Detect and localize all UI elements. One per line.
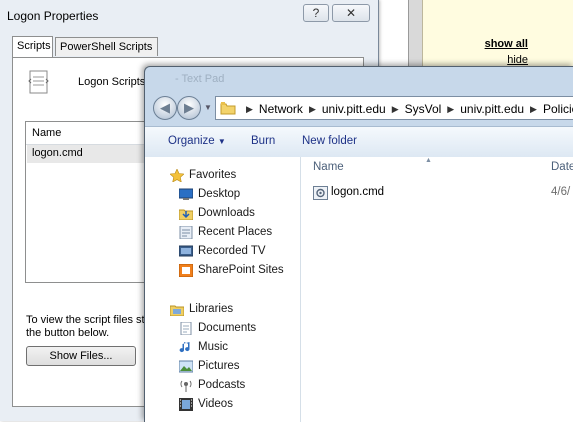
show-all-link[interactable]: show all [485, 38, 528, 50]
help-icon: ? [312, 6, 320, 20]
nav-music-label: Music [198, 341, 229, 353]
star-icon [170, 169, 184, 182]
background-info-panel: show all hide [422, 0, 573, 75]
nav-libraries-label: Libraries [189, 303, 234, 315]
recorded-tv-icon [179, 245, 193, 257]
cmd-file-icon [313, 186, 328, 200]
nav-videos-label: Videos [198, 398, 233, 410]
hide-link[interactable]: hide [507, 54, 528, 66]
column-header-date[interactable]: Date [551, 161, 573, 173]
nav-music[interactable]: Music [179, 341, 229, 353]
recent-pages-dropdown[interactable]: ▼ [204, 103, 212, 112]
command-bar: Organize ▼ Burn New folder [145, 126, 573, 158]
organize-label: Organize [168, 135, 215, 147]
nav-downloads[interactable]: Downloads [179, 207, 255, 220]
file-list: ▲ Name Date logon.cmd 4/6/ [301, 157, 573, 422]
nav-desktop[interactable]: Desktop [179, 188, 241, 200]
sharepoint-icon [179, 264, 193, 277]
chevron-down-icon: ▼ [204, 103, 212, 112]
window-title: - Text Pad [175, 73, 225, 85]
nav-favorites[interactable]: Favorites [170, 169, 237, 182]
breadcrumb-domain-2[interactable]: univ.pitt.edu [460, 102, 524, 116]
recent-places-icon [179, 226, 193, 239]
back-arrow-icon: ◀ [160, 100, 170, 115]
nav-favorites-label: Favorites [189, 169, 237, 181]
back-button[interactable]: ◀ [153, 96, 177, 120]
forward-arrow-icon: ▶ [184, 100, 194, 115]
nav-documents[interactable]: Documents [180, 322, 257, 335]
file-date: 4/6/ [551, 186, 571, 198]
address-bar[interactable]: ▶ Network ▶ univ.pitt.edu ▶ SysVol ▶ univ.pitt.… [215, 96, 573, 120]
nav-libraries[interactable]: Libraries [170, 303, 234, 316]
column-header-name[interactable]: Name [313, 161, 344, 173]
nav-documents-label: Documents [198, 322, 257, 334]
organize-button[interactable]: Organize ▼ [168, 135, 226, 147]
new-folder-button[interactable]: New folder [302, 135, 357, 147]
nav-pictures-label: Pictures [198, 360, 240, 372]
nav-desktop-label: Desktop [198, 188, 241, 200]
downloads-icon [179, 209, 193, 220]
forward-button[interactable]: ▶ [177, 96, 201, 120]
sort-arrow-icon: ▲ [425, 157, 432, 164]
libraries-icon [170, 305, 184, 316]
breadcrumb-separator-icon[interactable]: ▶ [392, 104, 399, 114]
help-button[interactable]: ? [303, 4, 329, 22]
podcasts-icon [180, 380, 192, 392]
show-files-button[interactable]: Show Files... [26, 346, 136, 366]
explorer-window: - Text Pad ◀ ▶ ▼ ▶ Network ▶ univ.pitt.edu ▶… [144, 66, 573, 422]
breadcrumb-domain[interactable]: univ.pitt.edu [322, 102, 386, 116]
nav-recent-places[interactable]: Recent Places [179, 226, 273, 239]
tab-scripts[interactable]: Scripts [12, 36, 53, 57]
nav-podcasts[interactable]: Podcasts [180, 379, 246, 392]
nav-downloads-label: Downloads [198, 207, 255, 219]
breadcrumb-policies[interactable]: Policies [543, 102, 573, 116]
close-icon: ✕ [345, 6, 357, 20]
breadcrumb-network[interactable]: Network [259, 102, 303, 116]
breadcrumb-separator-icon[interactable]: ▶ [530, 104, 537, 114]
nav-sharepoint-sites-label: SharePoint Sites [198, 264, 284, 276]
dialog-title: Logon Properties [7, 9, 99, 23]
tab-powershell-scripts[interactable]: PowerShell Scripts [55, 37, 158, 56]
nav-pictures[interactable]: Pictures [179, 360, 240, 373]
chevron-down-icon: ▼ [217, 137, 226, 146]
breadcrumb-separator-icon[interactable]: ▶ [246, 104, 253, 114]
file-name: logon.cmd [331, 186, 385, 198]
breadcrumb-separator-icon[interactable]: ▶ [447, 104, 454, 114]
nav-recent-places-label: Recent Places [198, 226, 273, 238]
nav-recorded-tv[interactable]: Recorded TV [179, 245, 266, 257]
folder-icon [220, 102, 236, 115]
desktop-icon [179, 188, 193, 200]
music-icon [179, 342, 190, 353]
close-button[interactable]: ✕ [332, 4, 370, 22]
breadcrumb-separator-icon[interactable]: ▶ [309, 104, 316, 114]
list-item-label: logon.cmd [32, 147, 83, 159]
logon-scripts-label: Logon Scripts f [78, 76, 152, 88]
videos-icon [179, 398, 193, 411]
nav-videos[interactable]: Videos [179, 398, 233, 411]
burn-button[interactable]: Burn [251, 135, 275, 147]
navigation-pane: Favorites Desktop Downloads Recent Place… [145, 157, 301, 422]
list-column-name[interactable]: Name [32, 127, 61, 139]
script-icon [28, 70, 49, 94]
nav-sharepoint-sites[interactable]: SharePoint Sites [179, 264, 284, 277]
breadcrumb-sysvol[interactable]: SysVol [405, 102, 442, 116]
nav-podcasts-label: Podcasts [198, 379, 246, 391]
nav-recorded-tv-label: Recorded TV [198, 245, 266, 257]
pictures-icon [179, 360, 193, 373]
breadcrumb: ▶ Network ▶ univ.pitt.edu ▶ SysVol ▶ univ.pitt.… [240, 102, 573, 116]
documents-icon [180, 322, 192, 335]
